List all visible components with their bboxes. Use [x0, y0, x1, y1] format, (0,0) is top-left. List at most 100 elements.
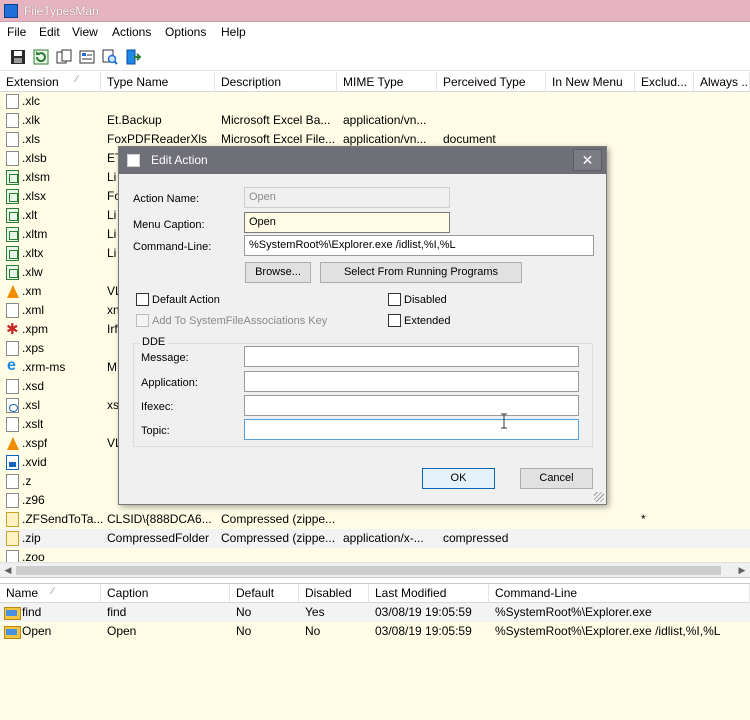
extended-checkbox[interactable]: [388, 314, 401, 327]
topic-field[interactable]: [244, 419, 579, 440]
column-header-label: Extension: [6, 75, 59, 89]
ifexec-field[interactable]: [244, 395, 579, 416]
message-field[interactable]: [244, 346, 579, 367]
row-type-name: M: [107, 360, 117, 374]
row-type-name: Et.Backup: [107, 113, 162, 127]
column-header-disabled[interactable]: Disabled: [299, 584, 369, 603]
table-row[interactable]: .zoo: [0, 548, 750, 562]
default-action-checkbox[interactable]: [136, 293, 149, 306]
menu-caption-field[interactable]: Open: [244, 212, 450, 233]
cancel-button[interactable]: Cancel: [520, 468, 593, 489]
row-extension: .zip: [22, 531, 41, 545]
action-row-find[interactable]: find find No Yes 03/08/19 19:05:59 %Syst…: [0, 603, 750, 622]
text-cursor-icon: [501, 413, 507, 429]
row-extension: .xslt: [22, 417, 44, 431]
dialog-icon: [127, 154, 140, 167]
row-extension: .xsd: [22, 379, 45, 393]
dialog-title-bar[interactable]: Edit Action ✕: [119, 147, 606, 174]
column-header-description[interactable]: Description: [215, 72, 337, 92]
table-row[interactable]: .xlk Et.Backup Microsoft Excel Ba... applic…: [0, 111, 750, 130]
message-label: Message:: [141, 352, 189, 364]
title-bar: FileTypesMan: [0, 0, 750, 22]
browse-button[interactable]: Browse...: [245, 262, 311, 283]
edit-action-dialog: Edit Action ✕ Action Name: Open Menu Cap…: [118, 146, 607, 505]
file-type-icon: [6, 341, 19, 356]
select-from-running-programs-button[interactable]: Select From Running Programs: [320, 262, 522, 283]
file-type-icon: [6, 398, 19, 413]
row-exclude: *: [641, 512, 646, 526]
table-row[interactable]: .zip CompressedFolder Compressed (zippe...…: [0, 529, 750, 548]
action-folder-icon: [4, 624, 21, 639]
row-type-name: CLSID\{888DCA6...: [107, 512, 212, 526]
ok-button[interactable]: OK: [422, 468, 495, 489]
scrollbar-thumb[interactable]: [16, 566, 721, 575]
row-mime-type: application/vn...: [343, 132, 427, 146]
add-to-sfa-checkbox[interactable]: [136, 314, 149, 327]
row-extension: .xltx: [22, 246, 44, 260]
refresh-icon[interactable]: [31, 47, 51, 67]
action-row-open[interactable]: Open Open No No 03/08/19 19:05:59 %Syste…: [0, 622, 750, 641]
save-icon[interactable]: [8, 47, 28, 67]
file-type-icon: [6, 132, 19, 147]
row-description: Compressed (zippe...: [221, 531, 336, 545]
row-type-name: FoxPDFReaderXls: [107, 132, 208, 146]
file-type-icon: [6, 265, 19, 280]
command-line-field[interactable]: %SystemRoot%\Explorer.exe /idlist,%I,%L: [244, 235, 594, 256]
find-icon[interactable]: [100, 47, 120, 67]
menu-actions[interactable]: Actions: [112, 25, 151, 39]
properties-icon[interactable]: [77, 47, 97, 67]
row-type-name: Li: [107, 227, 117, 241]
file-type-icon: [6, 208, 19, 223]
app-icon: [4, 4, 18, 18]
row-type-name: Li: [107, 170, 117, 184]
horizontal-scrollbar[interactable]: ◀ ▶: [0, 562, 750, 578]
column-header-last-modified[interactable]: Last Modified: [369, 584, 489, 603]
copy-icon[interactable]: [54, 47, 74, 67]
action-folder-icon: [4, 605, 21, 620]
scroll-left-icon[interactable]: ◀: [1, 564, 15, 577]
menu-options[interactable]: Options: [165, 25, 206, 39]
disabled-checkbox[interactable]: [388, 293, 401, 306]
table-row[interactable]: .ZFSendToTa... CLSID\{888DCA6... Compresse…: [0, 510, 750, 529]
resize-grip-icon[interactable]: [594, 492, 604, 502]
file-type-icon: [6, 113, 19, 128]
row-extension: .xspf: [22, 436, 48, 450]
column-header-extension[interactable]: Extension ∕: [0, 72, 101, 92]
column-header-type-name[interactable]: Type Name: [101, 72, 215, 92]
file-type-icon: [6, 170, 19, 185]
action-disabled: Yes: [305, 605, 325, 619]
table-row[interactable]: .xlc: [0, 92, 750, 111]
row-extension: .xlk: [22, 113, 40, 127]
row-description: Microsoft Excel File...: [221, 132, 336, 146]
menu-file[interactable]: File: [7, 25, 26, 39]
column-header-caption[interactable]: Caption: [101, 584, 230, 603]
column-header-name[interactable]: Name ∕: [0, 584, 101, 603]
file-type-icon: [6, 284, 19, 299]
column-header-always[interactable]: Always ...: [694, 72, 750, 92]
application-field[interactable]: [244, 371, 579, 392]
row-extension: .xps: [22, 341, 45, 355]
row-extension: .xlsb: [22, 151, 47, 165]
application-label: Application:: [141, 377, 198, 389]
file-type-icon: [6, 303, 19, 318]
file-type-icon: [6, 512, 19, 527]
column-header-perceived-type[interactable]: Perceived Type: [437, 72, 546, 92]
column-header-mime-type[interactable]: MIME Type: [337, 72, 437, 92]
menu-help[interactable]: Help: [221, 25, 246, 39]
column-header-command-line[interactable]: Command-Line: [489, 584, 750, 603]
exit-icon[interactable]: [123, 47, 143, 67]
action-name-field[interactable]: Open: [244, 187, 450, 208]
menu-view[interactable]: View: [72, 25, 98, 39]
close-icon[interactable]: ✕: [573, 149, 602, 171]
command-line-label: Command-Line:: [133, 241, 212, 253]
column-header-default[interactable]: Default: [230, 584, 299, 603]
column-header-exclude[interactable]: Exclud...: [635, 72, 694, 92]
column-header-in-new-menu[interactable]: In New Menu: [546, 72, 635, 92]
topic-label: Topic:: [141, 425, 170, 437]
file-type-icon: [6, 493, 19, 508]
menu-edit[interactable]: Edit: [39, 25, 60, 39]
scroll-right-icon[interactable]: ▶: [735, 564, 749, 577]
dialog-title: Edit Action: [151, 153, 208, 167]
file-type-icon: [6, 531, 19, 546]
file-type-icon: [6, 357, 19, 375]
